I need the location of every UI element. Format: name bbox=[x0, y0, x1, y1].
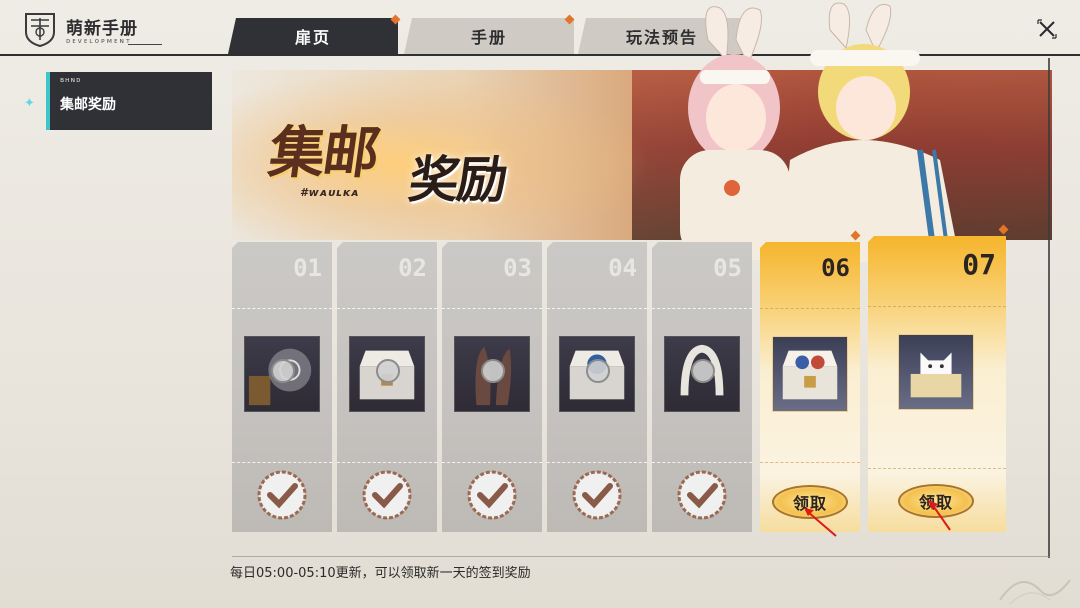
close-icon[interactable] bbox=[1036, 18, 1058, 40]
reward-item-slot[interactable] bbox=[898, 334, 974, 410]
refresh-note: 每日05:00-05:10更新，可以领取新一天的签到奖励 bbox=[230, 566, 531, 581]
frame-border-right bbox=[1048, 58, 1050, 558]
card-divider bbox=[868, 468, 1006, 469]
reward-item-slot[interactable] bbox=[454, 336, 530, 412]
claimed-check-icon bbox=[481, 359, 505, 383]
claimed-check-icon bbox=[271, 359, 295, 383]
reward-card-day-02: 02 bbox=[337, 242, 437, 532]
card-day-number: 02 bbox=[398, 254, 427, 282]
bunny-characters-illustration bbox=[680, 2, 960, 262]
card-day-number: 04 bbox=[608, 254, 637, 282]
card-divider bbox=[760, 308, 860, 309]
gold-chest-icon bbox=[782, 350, 838, 400]
corner-ornament-icon bbox=[999, 579, 1071, 605]
card-divider bbox=[232, 462, 332, 463]
title-underline bbox=[128, 44, 162, 45]
sparkle-icon: ✦ bbox=[24, 96, 35, 111]
app-title: 萌新手册 bbox=[66, 19, 138, 39]
reward-item-slot[interactable] bbox=[772, 336, 848, 412]
emblem-logo-icon bbox=[25, 13, 55, 48]
claimed-stamp-icon bbox=[467, 470, 517, 520]
claimed-stamp-icon bbox=[257, 470, 307, 520]
tab-handbook[interactable]: 手册 bbox=[404, 18, 574, 54]
red-arrow-annotation-icon bbox=[804, 508, 837, 537]
card-divider bbox=[442, 308, 542, 309]
claimed-stamp-icon bbox=[362, 470, 412, 520]
app-subtitle: ᴅᴇᴠᴇʟᴏᴘᴍᴇɴᴛ bbox=[66, 37, 132, 45]
card-day-number: 01 bbox=[293, 254, 322, 282]
sidebar-item-tag: ʙʜɴᴅ bbox=[60, 76, 82, 84]
claimed-check-icon bbox=[586, 359, 610, 383]
reward-card-day-06: 06 领取 bbox=[760, 242, 860, 537]
card-divider bbox=[547, 462, 647, 463]
card-divider bbox=[232, 308, 332, 309]
reward-item-slot[interactable] bbox=[244, 336, 320, 412]
claimed-stamp-icon bbox=[572, 470, 622, 520]
card-day-number: 07 bbox=[962, 248, 996, 281]
card-divider bbox=[652, 308, 752, 309]
red-arrow-annotation-icon bbox=[928, 500, 951, 531]
card-day-number: 06 bbox=[821, 254, 850, 282]
banner-title-stamp: 集邮 bbox=[264, 120, 383, 186]
banner-title-reward: 奖励 bbox=[405, 150, 510, 209]
blonde-boy bbox=[780, 2, 960, 262]
sidebar-item-stamp-reward[interactable]: ʙʜɴᴅ 集邮奖励 bbox=[46, 72, 212, 130]
claimed-stamp-icon bbox=[677, 470, 727, 520]
tab-cover[interactable]: 扉页 bbox=[228, 18, 398, 54]
banner-handwriting: #ᴡᴀᴜʟᴋᴀ bbox=[300, 186, 360, 199]
reward-item-slot[interactable] bbox=[349, 336, 425, 412]
reward-item-slot[interactable] bbox=[559, 336, 635, 412]
frame-border-bottom bbox=[232, 556, 1050, 557]
reward-card-day-03: 03 bbox=[442, 242, 542, 532]
reward-item-slot[interactable] bbox=[664, 336, 740, 412]
cat-box-icon bbox=[910, 352, 962, 398]
card-divider bbox=[652, 462, 752, 463]
sidebar-item-label: 集邮奖励 bbox=[60, 97, 116, 113]
card-day-number: 03 bbox=[503, 254, 532, 282]
card-divider bbox=[337, 308, 437, 309]
card-day-number: 05 bbox=[713, 254, 742, 282]
reward-card-day-04: 04 bbox=[547, 242, 647, 532]
reward-card-day-01: 01 bbox=[232, 242, 332, 532]
card-divider bbox=[760, 462, 860, 463]
card-divider bbox=[868, 306, 1006, 307]
reward-card-day-07: 07 领取 bbox=[868, 236, 1006, 532]
pink-hair-girl bbox=[680, 6, 790, 260]
claimed-check-icon bbox=[691, 359, 715, 383]
card-divider bbox=[442, 462, 542, 463]
card-divider bbox=[547, 308, 647, 309]
claimed-check-icon bbox=[376, 359, 400, 383]
card-divider bbox=[337, 462, 437, 463]
reward-card-day-05: 05 bbox=[652, 242, 752, 532]
